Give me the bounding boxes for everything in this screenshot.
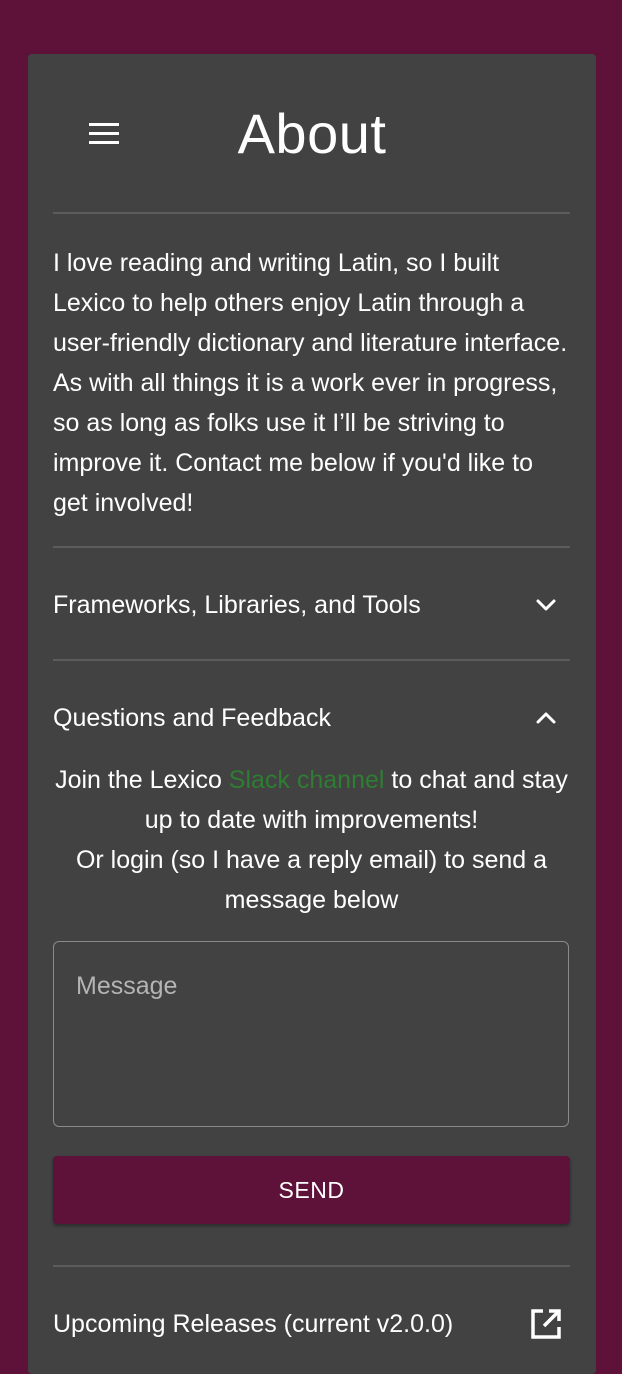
frameworks-section-toggle[interactable]: Frameworks, Libraries, and Tools <box>53 577 570 633</box>
feedback-section-label: Questions and Feedback <box>53 703 331 732</box>
message-input[interactable] <box>54 942 568 1126</box>
divider <box>53 212 570 214</box>
divider <box>53 546 570 548</box>
feedback-info: Join the Lexico Slack channel to chat an… <box>53 760 570 920</box>
page-title: About <box>237 102 387 165</box>
divider <box>53 659 570 661</box>
chevron-up-icon <box>526 698 566 738</box>
feedback-join-text: Join the Lexico <box>55 766 229 794</box>
send-button[interactable]: SEND <box>53 1156 570 1224</box>
slack-channel-link[interactable]: Slack channel <box>229 766 385 794</box>
header: About <box>28 54 596 212</box>
message-field[interactable] <box>53 941 569 1127</box>
chevron-down-icon <box>526 585 566 625</box>
divider <box>53 1265 570 1267</box>
feedback-section-toggle[interactable]: Questions and Feedback <box>53 690 570 746</box>
releases-label: Upcoming Releases (current v2.0.0) <box>53 1309 454 1338</box>
frameworks-section-label: Frameworks, Libraries, and Tools <box>53 590 421 619</box>
releases-link[interactable]: Upcoming Releases (current v2.0.0) <box>53 1296 570 1352</box>
open-in-new-icon <box>526 1304 566 1344</box>
feedback-login-text: Or login (so I have a reply email) to se… <box>75 846 548 914</box>
intro-text: I love reading and writing Latin, so I b… <box>53 249 568 517</box>
about-card: About I love reading and writing Latin, … <box>28 54 596 1374</box>
